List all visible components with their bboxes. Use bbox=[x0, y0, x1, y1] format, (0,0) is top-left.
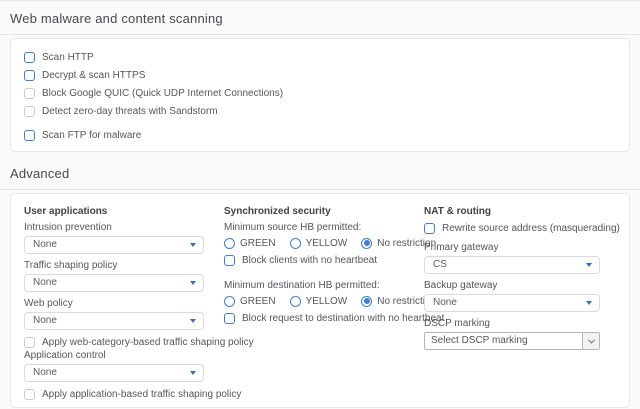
primary-gateway-field: Primary gateway CS bbox=[424, 242, 620, 274]
caret-down-icon bbox=[586, 263, 592, 267]
scan-http-checkbox[interactable] bbox=[24, 51, 35, 63]
caret-down-icon bbox=[190, 281, 196, 285]
intrusion-prevention-dropdown[interactable]: None bbox=[24, 236, 204, 254]
primary-gateway-dropdown[interactable]: CS bbox=[424, 256, 600, 274]
block-quic-row: Block Google QUIC (Quick UDP Internet Co… bbox=[24, 87, 616, 99]
dscp-marking-field: DSCP marking Select DSCP marking bbox=[424, 318, 620, 350]
caret-down-icon bbox=[190, 319, 196, 323]
synchronized-security-header: Synchronized security bbox=[224, 206, 331, 217]
backup-gateway-field: Backup gateway None bbox=[424, 280, 620, 312]
web-category-shaping-row: Apply web-category-based traffic shaping… bbox=[24, 336, 254, 348]
radio-selected-icon[interactable] bbox=[361, 237, 373, 249]
radio-icon[interactable] bbox=[224, 295, 235, 307]
decrypt-https-checkbox[interactable] bbox=[24, 69, 35, 81]
nat-routing-column: NAT & routing Rewrite source address (ma… bbox=[424, 206, 620, 400]
destination-hb-radio-group: GREEN YELLOW No restriction bbox=[224, 295, 436, 307]
source-hb-yellow-label: YELLOW bbox=[305, 237, 348, 249]
destination-hb-green-option[interactable]: GREEN bbox=[224, 295, 276, 307]
application-shaping-row: Apply application-based traffic shaping … bbox=[24, 388, 241, 400]
web-policy-field: Web policy None bbox=[24, 298, 224, 330]
block-clients-label: Block clients with no heartbeat bbox=[242, 254, 378, 266]
user-applications-header: User applications bbox=[24, 206, 108, 217]
scan-ftp-row[interactable]: Scan FTP for malware bbox=[24, 129, 616, 141]
page: Web malware and content scanning Scan HT… bbox=[0, 1, 640, 408]
backup-gateway-value: None bbox=[433, 297, 457, 308]
chevron-down-icon bbox=[587, 336, 595, 344]
dscp-marking-label: DSCP marking bbox=[424, 318, 490, 329]
application-control-dropdown[interactable]: None bbox=[24, 364, 204, 382]
web-scanning-panel: Scan HTTP Decrypt & scan HTTPS Block Goo… bbox=[10, 38, 630, 152]
min-destination-hb-label: Minimum destination HB permitted: bbox=[224, 280, 380, 291]
source-hb-radio-group: GREEN YELLOW No restriction bbox=[224, 237, 436, 249]
block-request-destination-checkbox[interactable] bbox=[224, 312, 235, 324]
source-hb-yellow-option[interactable]: YELLOW bbox=[289, 237, 348, 249]
caret-down-icon bbox=[190, 371, 196, 375]
web-category-shaping-label: Apply web-category-based traffic shaping… bbox=[42, 336, 254, 348]
web-policy-value: None bbox=[33, 315, 57, 326]
nat-routing-header: NAT & routing bbox=[424, 206, 492, 217]
min-source-hb-label: Minimum source HB permitted: bbox=[224, 222, 362, 233]
radio-icon[interactable] bbox=[289, 237, 301, 249]
traffic-shaping-label: Traffic shaping policy bbox=[24, 260, 118, 271]
application-control-label: Application control bbox=[24, 350, 106, 361]
block-quic-label: Block Google QUIC (Quick UDP Internet Co… bbox=[42, 87, 284, 99]
masquerading-checkbox[interactable] bbox=[424, 222, 435, 234]
application-shaping-label: Apply application-based traffic shaping … bbox=[42, 388, 242, 400]
dscp-marking-select[interactable]: Select DSCP marking bbox=[424, 332, 600, 350]
traffic-shaping-field: Traffic shaping policy None bbox=[24, 260, 224, 292]
traffic-shaping-value: None bbox=[33, 277, 57, 288]
masquerading-label: Rewrite source address (masquerading) bbox=[442, 222, 620, 234]
intrusion-prevention-label: Intrusion prevention bbox=[24, 222, 112, 233]
sandstorm-row: Detect zero-day threats with Sandstorm bbox=[24, 105, 616, 117]
scan-http-label: Scan HTTP bbox=[42, 51, 94, 63]
select-button[interactable] bbox=[582, 333, 599, 349]
application-control-field: Application control None bbox=[24, 350, 224, 382]
caret-down-icon bbox=[190, 243, 196, 247]
primary-gateway-label: Primary gateway bbox=[424, 242, 499, 253]
masquerading-row[interactable]: Rewrite source address (masquerading) bbox=[424, 222, 620, 234]
application-control-value: None bbox=[33, 367, 57, 378]
application-shaping-checkbox bbox=[24, 388, 35, 400]
block-quic-checkbox bbox=[24, 87, 35, 99]
backup-gateway-label: Backup gateway bbox=[424, 280, 498, 291]
user-applications-column: User applications Intrusion prevention N… bbox=[24, 206, 254, 400]
caret-down-icon bbox=[586, 301, 592, 305]
block-clients-checkbox[interactable] bbox=[224, 254, 235, 266]
block-request-destination-label: Block request to destination with no hea… bbox=[242, 312, 445, 324]
sandstorm-checkbox bbox=[24, 105, 35, 117]
destination-hb-yellow-label: YELLOW bbox=[305, 295, 348, 307]
primary-gateway-value: CS bbox=[433, 259, 447, 270]
block-request-destination-row[interactable]: Block request to destination with no hea… bbox=[224, 312, 444, 324]
decrypt-https-row[interactable]: Decrypt & scan HTTPS bbox=[24, 69, 616, 81]
scan-ftp-label: Scan FTP for malware bbox=[42, 129, 142, 141]
scan-ftp-checkbox[interactable] bbox=[24, 129, 35, 141]
sandstorm-label: Detect zero-day threats with Sandstorm bbox=[42, 105, 218, 117]
web-category-shaping-checkbox bbox=[24, 336, 35, 348]
intrusion-prevention-field: Intrusion prevention None bbox=[24, 222, 224, 254]
advanced-section-title: Advanced bbox=[0, 152, 640, 190]
advanced-panel: User applications Intrusion prevention N… bbox=[10, 193, 630, 408]
radio-icon[interactable] bbox=[289, 295, 301, 307]
scan-http-row[interactable]: Scan HTTP bbox=[24, 51, 616, 63]
web-policy-dropdown[interactable]: None bbox=[24, 312, 204, 330]
destination-hb-green-label: GREEN bbox=[240, 295, 276, 307]
dscp-marking-value: Select DSCP marking bbox=[431, 335, 528, 346]
radio-icon[interactable] bbox=[224, 237, 235, 249]
traffic-shaping-dropdown[interactable]: None bbox=[24, 274, 204, 292]
source-hb-green-option[interactable]: GREEN bbox=[224, 237, 276, 249]
intrusion-prevention-value: None bbox=[33, 239, 57, 250]
backup-gateway-dropdown[interactable]: None bbox=[424, 294, 600, 312]
decrypt-https-label: Decrypt & scan HTTPS bbox=[42, 69, 146, 81]
block-clients-row[interactable]: Block clients with no heartbeat bbox=[224, 254, 424, 266]
web-policy-label: Web policy bbox=[24, 298, 73, 309]
source-hb-green-label: GREEN bbox=[240, 237, 276, 249]
synchronized-security-column: Synchronized security Minimum source HB … bbox=[224, 206, 444, 400]
radio-selected-icon[interactable] bbox=[361, 295, 373, 307]
destination-hb-yellow-option[interactable]: YELLOW bbox=[289, 295, 348, 307]
web-scanning-section-title: Web malware and content scanning bbox=[0, 1, 640, 35]
